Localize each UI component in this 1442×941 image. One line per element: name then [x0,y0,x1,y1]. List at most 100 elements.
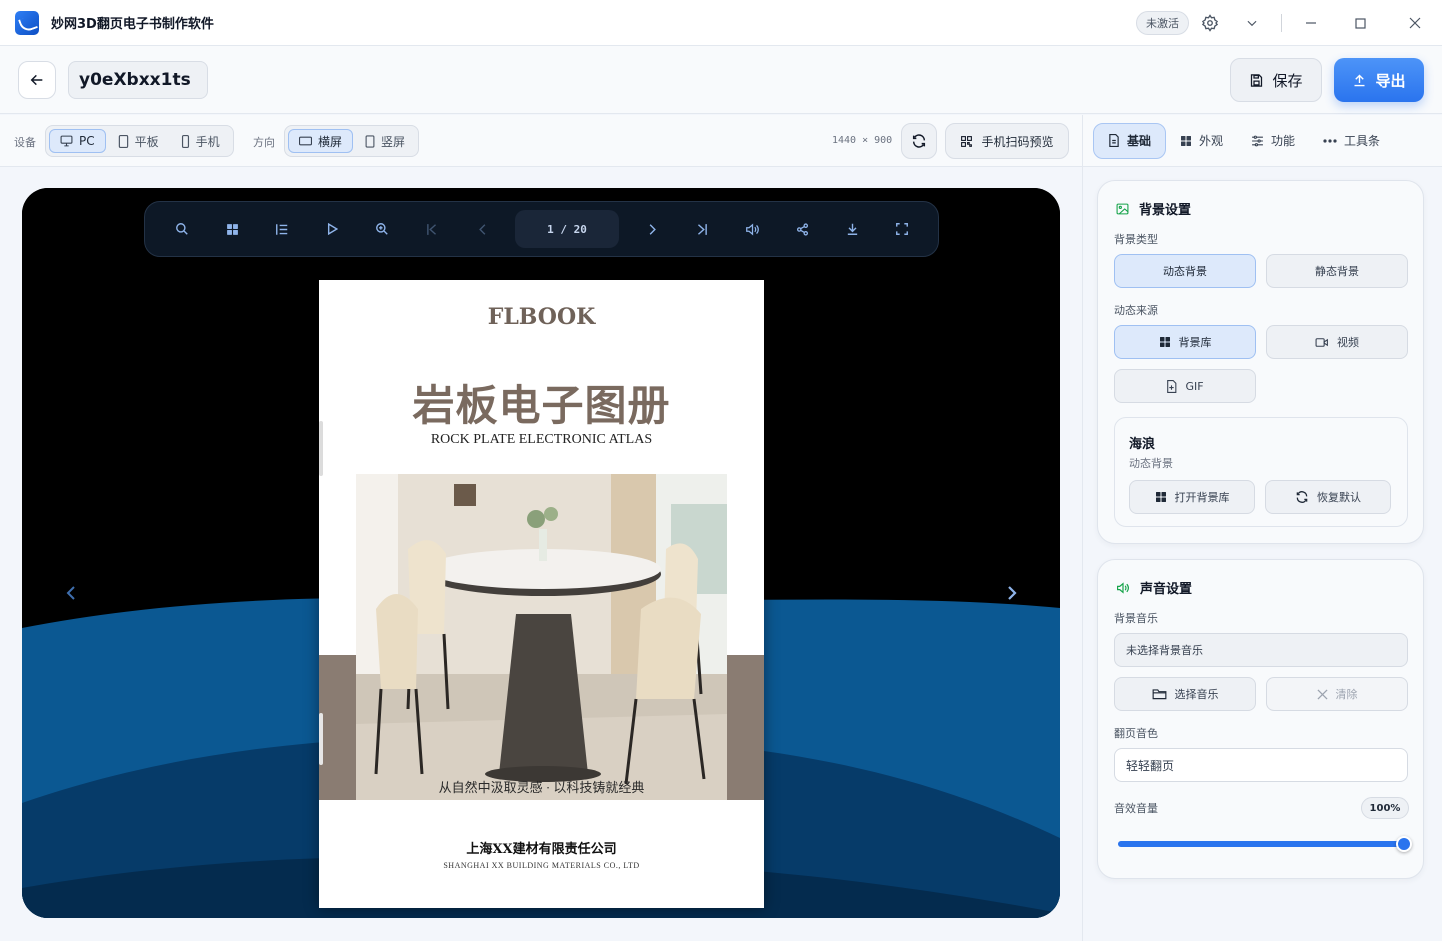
title-bar: 妙网3D翻页电子书制作软件 未激活 [0,0,1442,46]
orientation-portrait-option[interactable]: 竖屏 [355,129,415,153]
toc-icon[interactable] [257,201,307,257]
source-library-button[interactable]: 背景库 [1114,325,1256,359]
document-name-field[interactable]: y0eXbxx1ts [68,61,208,99]
source-gif-button[interactable]: GIF [1114,369,1256,403]
prev-page-icon[interactable] [457,201,507,257]
download-icon[interactable] [827,201,877,257]
tab-appearance-label: 外观 [1199,134,1224,148]
volume-slider-handle[interactable] [1396,836,1412,852]
document-icon [1109,134,1119,147]
current-background-desc: 动态背景 [1129,457,1173,470]
zoom-in-icon[interactable] [357,201,407,257]
book-cover-page[interactable]: FLBOOK 岩板电子图册 ROCK PLATE ELECTRONIC ATLA… [319,280,764,908]
orientation-label: 方向 [253,136,275,149]
orientation-landscape-label: 横屏 [318,134,343,149]
refresh-button[interactable] [901,123,937,159]
tab-basic[interactable]: 基础 [1093,122,1167,159]
tab-toolbar[interactable]: 工具条 [1309,123,1394,159]
clear-music-button[interactable]: 清除 [1266,677,1408,711]
export-label: 导出 [1375,71,1406,90]
thumbnails-icon[interactable] [207,201,257,257]
settings-tabs: 基础 外观 功能 工具条 [1082,115,1442,167]
close-icon[interactable] [1388,0,1442,46]
page-counter[interactable]: 1 / 20 [515,210,619,248]
cover-company-en: SHANGHAI XX BUILDING MATERIALS CO., LTD [443,861,640,870]
maximize-icon[interactable] [1332,0,1388,46]
preview-next-arrow-icon[interactable] [1006,585,1018,604]
play-icon[interactable] [307,201,357,257]
volume-slider-fill [1118,841,1404,847]
cover-company: 上海XX建材有限责任公司 [466,842,617,857]
background-type-static-button[interactable]: 静态背景 [1266,254,1408,288]
landscape-icon [299,136,312,146]
background-music-field[interactable]: 未选择背景音乐 [1114,633,1408,667]
phone-icon [181,134,189,148]
orientation-portrait-label: 竖屏 [381,134,406,149]
flip-sound-select[interactable]: 轻轻翻页 [1114,748,1408,782]
monitor-icon [60,135,73,147]
orientation-landscape-option[interactable]: 横屏 [288,129,354,153]
activation-badge[interactable]: 未激活 [1136,11,1189,35]
refresh-icon [1296,491,1308,503]
settings-gear-icon[interactable] [1189,0,1231,46]
sound-settings-title: 声音设置 [1116,578,1192,597]
background-type-label: 背景类型 [1114,233,1158,246]
clear-music-label: 清除 [1335,688,1358,701]
upload-icon [1354,74,1365,86]
open-library-label: 打开背景库 [1174,491,1230,504]
video-icon [1315,337,1328,347]
search-icon[interactable] [157,201,207,257]
flip-sound-label: 翻页音色 [1114,727,1158,740]
source-video-label: 视频 [1337,336,1359,349]
save-label: 保存 [1272,71,1303,90]
arrow-left-icon [30,74,43,86]
source-library-label: 背景库 [1178,336,1212,349]
open-library-button[interactable]: 打开背景库 [1129,480,1255,514]
editor-header: y0eXbxx1ts 保存 导出 [0,46,1442,114]
chevron-down-icon[interactable] [1231,0,1273,46]
current-background-card: 海浪 动态背景 打开背景库 恢复默认 [1114,417,1408,527]
app-title: 妙网3D翻页电子书制作软件 [51,17,214,32]
preview-prev-arrow-icon[interactable] [65,585,77,604]
grid-icon [1181,135,1192,146]
page-edge-marker [319,421,323,476]
sound-settings-title-text: 声音设置 [1140,582,1193,597]
speaker-icon [1117,581,1129,594]
restore-default-button[interactable]: 恢复默认 [1265,480,1391,514]
cover-dining-photo [356,474,727,800]
save-button[interactable]: 保存 [1230,58,1322,102]
folder-icon [1152,689,1166,700]
dynamic-source-label: 动态来源 [1114,304,1158,317]
choose-music-button[interactable]: 选择音乐 [1114,677,1256,711]
fullscreen-icon[interactable] [877,201,927,257]
background-settings-title-text: 背景设置 [1139,203,1192,218]
next-page-icon[interactable] [627,201,677,257]
tab-appearance[interactable]: 外观 [1166,123,1237,159]
last-page-icon[interactable] [677,201,727,257]
device-phone-option[interactable]: 手机 [171,129,230,153]
source-video-button[interactable]: 视频 [1266,325,1408,359]
cover-band-right [727,655,764,800]
grid-icon [1159,337,1170,347]
qr-preview-label: 手机扫码预览 [981,134,1054,149]
device-tablet-label: 平板 [134,134,159,149]
share-icon[interactable] [777,201,827,257]
export-button[interactable]: 导出 [1334,58,1424,102]
background-settings-title: 背景设置 [1116,199,1191,218]
background-settings-card: 背景设置 背景类型 动态背景 静态背景 动态来源 背景库 视频 GIF 海浪 动… [1097,180,1424,544]
tab-features[interactable]: 功能 [1237,123,1309,159]
app-logo-icon [15,10,39,35]
device-phone-label: 手机 [195,134,220,149]
first-page-icon[interactable] [407,201,457,257]
back-button[interactable] [18,61,56,99]
device-tablet-option[interactable]: 平板 [108,129,169,153]
sound-icon[interactable] [727,201,777,257]
qr-preview-button[interactable]: 手机扫码预览 [945,123,1069,159]
device-pc-option[interactable]: PC [49,129,106,153]
save-icon [1251,73,1263,87]
volume-slider[interactable] [1118,836,1412,852]
background-type-dynamic-button[interactable]: 动态背景 [1114,254,1256,288]
minimize-icon[interactable] [1290,0,1332,46]
tab-basic-label: 基础 [1127,134,1152,148]
qr-code-icon [961,135,973,147]
